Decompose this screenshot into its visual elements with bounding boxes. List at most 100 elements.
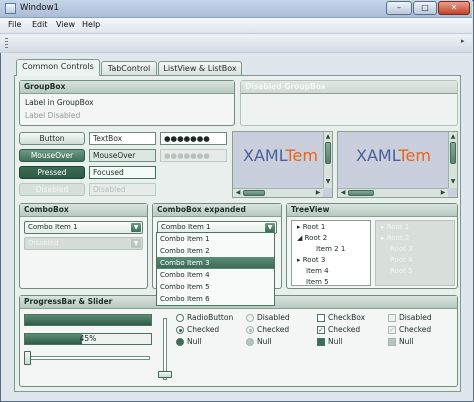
scroll-left-icon[interactable]: ◀ [234, 189, 242, 197]
toolbar: ▸ [0, 33, 472, 53]
treeview[interactable]: ▸ Root 1 ◢ Root 2 Item 2 1 ▸ Root 3 Item… [291, 220, 371, 286]
tree-item-disabled: Root 3 [390, 245, 413, 253]
radio-null-label: Null [187, 337, 202, 346]
tree-item[interactable]: ▸ Root 3 [297, 255, 325, 266]
scrollviewer-2-vscrollbar[interactable]: ▲ ▼ [448, 132, 457, 188]
groupbox-label-disabled: Label Disabled [25, 111, 81, 120]
scrollviewer-2-vthumb[interactable] [450, 142, 456, 164]
scrollviewer-1-hthumb[interactable] [243, 190, 265, 196]
scroll-down-icon[interactable]: ▼ [324, 178, 332, 186]
checkbox-disabled-label: Disabled [399, 313, 432, 322]
textbox-focused[interactable]: Focused [89, 166, 156, 179]
checkbox-null[interactable] [317, 338, 325, 346]
combobox-value: Combo Item 1 [28, 223, 78, 231]
combobox-dropdown: Combo Item 1 Combo Item 2 Combo Item 3 C… [156, 232, 275, 306]
app-icon [5, 3, 16, 14]
dropdown-item[interactable]: Combo Item 6 [157, 293, 274, 305]
checkbox-checked[interactable]: ✓ [317, 326, 325, 334]
disabled-groupbox-title: Disabled GroupBox [241, 81, 457, 94]
radio-checked-label: Checked [187, 325, 220, 334]
radio-disabled-label: Disabled [257, 313, 290, 322]
tree-item[interactable]: Item 4 [306, 266, 329, 277]
button-disabled: Disabled [19, 183, 85, 196]
combobox-disabled: Disabled ▼ [24, 237, 143, 250]
tree-item-disabled: ▸ Root 1 [381, 223, 410, 231]
combobox-disabled-value: Disabled [28, 239, 59, 247]
close-button[interactable]: ✕ [438, 1, 470, 15]
radio-null[interactable] [176, 338, 184, 346]
toolbar-grip-icon[interactable] [5, 38, 8, 49]
checkbox-disabled-checked-label: Checked [399, 325, 432, 334]
chevron-down-icon: ▼ [131, 239, 141, 248]
window-title: Window1 [20, 3, 59, 13]
menu-edit[interactable]: Edit [32, 20, 48, 29]
triangle-down-icon[interactable]: ◢ [297, 234, 305, 242]
menu-file[interactable]: File [8, 20, 21, 29]
button-normal[interactable]: Button [19, 132, 85, 145]
combobox-expanded-title: ComboBox expanded [153, 204, 281, 217]
password-box[interactable]: ●●●●●●● [160, 132, 227, 145]
scrollviewer-1-hscrollbar[interactable]: ◀ ▶ [233, 188, 323, 197]
checkbox-checked-label: Checked [328, 325, 361, 334]
horizontal-slider-thumb[interactable] [24, 351, 31, 365]
chevron-down-icon[interactable]: ▼ [265, 223, 275, 232]
radio-disabled-checked [246, 326, 254, 334]
menu-help[interactable]: Help [82, 20, 100, 29]
dropdown-item[interactable]: Combo Item 4 [157, 269, 274, 281]
radio-disabled-checked-label: Checked [257, 325, 290, 334]
horizontal-slider-track[interactable] [26, 356, 150, 360]
dropdown-item[interactable]: Combo Item 1 [157, 233, 274, 245]
maximize-button[interactable]: □ [413, 1, 437, 15]
checkbox-null-label: Null [328, 337, 343, 346]
tab-tabcontrol[interactable]: TabControl [101, 61, 157, 76]
combobox-group-title: ComboBox [20, 204, 147, 217]
checkbox-disabled-checked: ✓ [388, 326, 396, 334]
dropdown-item-highlighted[interactable]: Combo Item 3 [157, 257, 274, 269]
scroll-left-icon[interactable]: ◀ [339, 189, 347, 197]
scrollviewer-2-hscrollbar[interactable]: ◀ ▶ [338, 188, 448, 197]
scroll-up-icon[interactable]: ▲ [324, 133, 332, 141]
tab-listview-listbox[interactable]: ListView & ListBox [158, 61, 242, 76]
scrollviewer-1[interactable]: XAMLTem ◀ ▶ ▲ ▼ [232, 131, 333, 198]
scrollviewer-1-vthumb[interactable] [325, 142, 331, 164]
radio-unchecked[interactable] [176, 314, 184, 322]
vertical-slider-thumb[interactable] [158, 371, 172, 378]
groupbox-title: GroupBox [20, 81, 234, 94]
radio-disabled-null-label: Null [257, 337, 272, 346]
combobox[interactable]: Combo Item 1 ▼ [24, 221, 143, 234]
chevron-down-icon[interactable]: ▼ [131, 223, 141, 232]
button-pressed[interactable]: Pressed [19, 166, 85, 179]
checkbox-unchecked[interactable] [317, 314, 325, 322]
checkbox-label: CheckBox [328, 313, 366, 322]
tab-common-controls[interactable]: Common Controls [16, 59, 100, 76]
scrollviewer-2[interactable]: XAMLTem ◀ ▶ ▲ ▼ [337, 131, 458, 198]
radio-label: RadioButton [187, 313, 234, 322]
toolbar-overflow-icon[interactable]: ▸ [461, 37, 469, 49]
scroll-right-icon[interactable]: ▶ [439, 189, 447, 197]
tree-item-disabled: Root 5 [390, 267, 413, 275]
checkbox-disabled [388, 314, 396, 322]
scroll-right-icon[interactable]: ▶ [314, 189, 322, 197]
checkbox-disabled-null [388, 338, 396, 346]
textbox-normal[interactable]: TextBox [89, 132, 156, 145]
tree-item[interactable]: ◢ Root 2 [297, 233, 327, 244]
tree-item[interactable]: Item 2 1 [316, 244, 345, 255]
textbox-mouseover[interactable]: MouseOver [89, 149, 156, 162]
scrollviewer-2-hthumb[interactable] [348, 190, 374, 196]
radio-checked[interactable] [176, 326, 184, 334]
tree-item[interactable]: ▸ Root 1 [297, 222, 325, 233]
tree-item[interactable]: Item 5 [306, 277, 329, 288]
scroll-down-icon[interactable]: ▼ [449, 178, 457, 186]
minimize-button[interactable]: – [386, 1, 412, 15]
textbox-disabled: Disabled [89, 183, 156, 196]
checkbox-disabled-null-label: Null [399, 337, 414, 346]
progressbar-half: 45% [24, 333, 152, 345]
scroll-up-icon[interactable]: ▲ [449, 133, 457, 141]
dropdown-item[interactable]: Combo Item 2 [157, 245, 274, 257]
dropdown-item[interactable]: Combo Item 5 [157, 281, 274, 293]
title-bar[interactable]: Window1 – □ ✕ [0, 0, 472, 18]
menu-view[interactable]: View [56, 20, 75, 29]
scrollviewer-1-vscrollbar[interactable]: ▲ ▼ [323, 132, 332, 188]
button-mouseover[interactable]: MouseOver [19, 149, 85, 162]
radio-disabled-null [246, 338, 254, 346]
